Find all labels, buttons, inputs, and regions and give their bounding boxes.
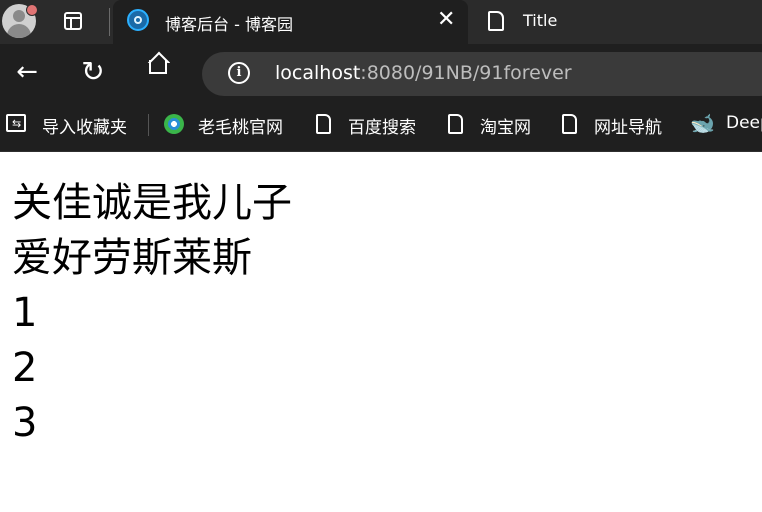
text-line: 爱好劳斯莱斯 — [12, 235, 252, 281]
close-tab-icon[interactable]: ✕ — [437, 9, 455, 31]
tab-title-page[interactable]: Title — [470, 0, 762, 44]
tab-actions-icon[interactable] — [64, 12, 82, 30]
profile-notification-dot — [26, 4, 38, 16]
url-text[interactable]: localhost:8080/91NB/91forever — [275, 62, 572, 84]
avatar-body-shape — [7, 24, 31, 38]
cnblogs-favicon-icon — [127, 9, 149, 31]
bookmark-laomaotao[interactable]: 老毛桃官网 — [198, 113, 283, 138]
page-icon[interactable] — [316, 114, 331, 134]
bookmark-import-favorites[interactable]: 导入收藏夹 — [42, 113, 127, 138]
reload-icon[interactable]: ↻ — [78, 58, 108, 88]
url-host: localhost — [275, 62, 361, 84]
bookmark-baidu[interactable]: 百度搜索 — [348, 113, 416, 138]
bookmark-taobao[interactable]: 淘宝网 — [480, 113, 531, 138]
page-icon[interactable] — [448, 114, 463, 134]
avatar-head-shape — [13, 10, 25, 22]
bookmark-deep[interactable]: Deep — [726, 113, 762, 133]
whale-icon[interactable]: 🐋 — [690, 113, 715, 133]
text-line: 3 — [12, 400, 38, 446]
tab-blog-admin[interactable]: 博客后台 - 博客园 ✕ — [113, 0, 468, 44]
home-icon-base[interactable] — [149, 60, 167, 74]
site-info-icon[interactable]: i — [228, 62, 250, 84]
tab-separator — [109, 8, 110, 36]
globe-icon[interactable] — [164, 114, 184, 134]
tab-title: 博客后台 - 博客园 — [165, 15, 293, 34]
page-content: 关佳诚是我儿子 爱好劳斯莱斯 1 2 3 — [12, 176, 292, 451]
text-line: 1 — [12, 290, 38, 336]
back-icon[interactable]: ← — [12, 58, 42, 88]
url-path: :8080/91NB/91forever — [360, 62, 572, 84]
tab-title: Title — [523, 11, 558, 30]
bookmark-nav[interactable]: 网址导航 — [594, 113, 662, 138]
tab-bar: 博客后台 - 博客园 ✕ Title — [0, 0, 762, 44]
browser-window: 博客后台 - 博客园 ✕ Title ← ↻ i localhost:8080/… — [0, 0, 762, 512]
text-line: 2 — [12, 345, 38, 391]
page-icon — [488, 11, 504, 31]
bookmarks-separator — [148, 114, 149, 136]
page-icon[interactable] — [562, 114, 577, 134]
text-line: 关佳诚是我儿子 — [12, 180, 292, 226]
import-favorites-icon[interactable] — [6, 114, 26, 132]
